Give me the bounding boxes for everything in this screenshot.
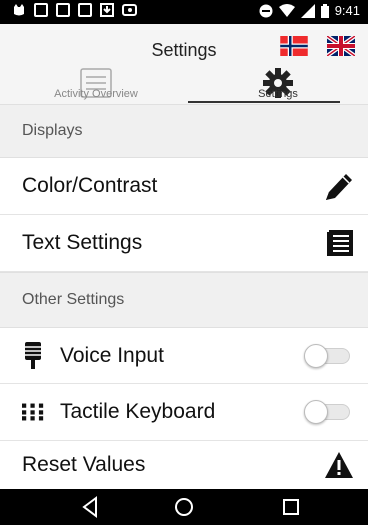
battery-icon: [320, 3, 329, 18]
tab-settings[interactable]: Settings: [188, 66, 368, 104]
image-icon: [34, 3, 48, 17]
pencil-icon: [326, 174, 352, 200]
row-label: Voice Input: [60, 343, 164, 367]
row-label: Text Settings: [22, 231, 143, 254]
section-header-other-settings: Other Settings: [0, 272, 368, 328]
row-label: Tactile Keyboard: [60, 400, 216, 423]
tab-label: Settings: [258, 88, 298, 100]
reset-values-row[interactable]: Reset Values: [0, 441, 368, 489]
system-nav-bar: [0, 489, 368, 525]
toggle-knob: [304, 400, 328, 424]
section-title: Other Settings: [22, 291, 125, 308]
document-lines-icon: [327, 230, 353, 256]
tab-label: Activity Overview: [54, 88, 138, 100]
instagram-icon: [78, 3, 92, 17]
app-bar: Settings Activity Overview Settings: [0, 24, 368, 104]
norway-flag-icon[interactable]: [280, 36, 308, 56]
wifi-icon: [278, 3, 295, 17]
keypad-icon: [22, 403, 44, 421]
section-title: Displays: [22, 122, 83, 139]
system-icons: 9:41: [259, 3, 360, 18]
status-bar: 9:41: [0, 0, 368, 24]
voice-input-row: Voice Input: [0, 328, 368, 384]
home-icon[interactable]: [171, 495, 197, 519]
instagram-icon: [56, 3, 70, 17]
cat-icon: [14, 4, 24, 16]
back-icon[interactable]: [78, 495, 104, 519]
selected-tab-indicator: [188, 101, 340, 103]
microphone-icon: [25, 341, 41, 369]
signal-icon: [300, 3, 315, 18]
text-settings-row[interactable]: Text Settings: [0, 215, 368, 272]
page-title: Settings: [151, 40, 217, 60]
clock: 9:41: [334, 3, 360, 18]
toggle-knob: [304, 343, 328, 368]
section-header-displays: Displays: [0, 104, 368, 158]
row-label: Color/Contrast: [22, 174, 158, 197]
download-icon: [100, 3, 114, 17]
notification-icons: [12, 3, 138, 17]
minus-circle-icon: [259, 4, 273, 17]
recents-icon[interactable]: [278, 495, 304, 519]
cloud-icon: [122, 4, 137, 16]
voice-input-toggle[interactable]: [304, 343, 352, 368]
color-contrast-row[interactable]: Color/Contrast: [0, 158, 368, 215]
tactile-keyboard-row: Tactile Keyboard: [0, 384, 368, 441]
tactile-keyboard-toggle[interactable]: [304, 400, 352, 424]
tab-activity-overview[interactable]: Activity Overview: [6, 66, 186, 104]
row-label: Reset Values: [22, 453, 146, 476]
uk-flag-icon[interactable]: [327, 36, 355, 56]
warning-icon: [325, 452, 353, 478]
